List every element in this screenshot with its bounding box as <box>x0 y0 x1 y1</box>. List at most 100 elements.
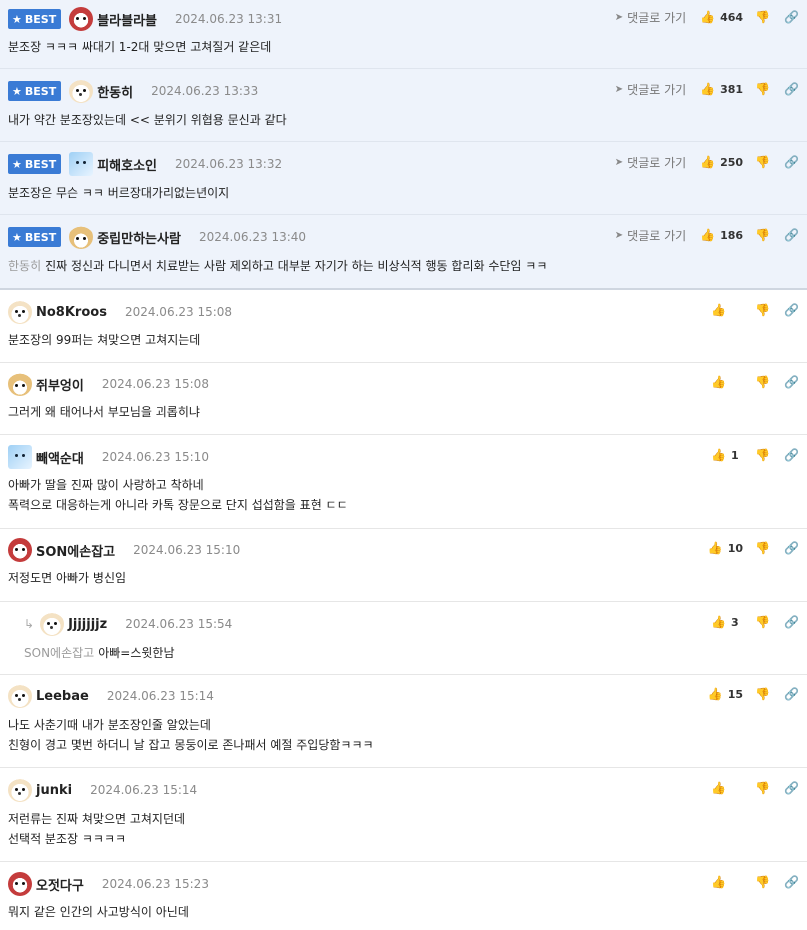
comment-header: Leebae 2024.06.23 15:14 <box>8 684 214 708</box>
share-link-icon[interactable]: 🔗 <box>784 375 799 389</box>
comment-body: 그러게 왜 태어나서 부모님을 괴롭히냐 <box>8 405 200 419</box>
nickname[interactable]: 쥐부엉이 <box>36 375 84 394</box>
dislike-button[interactable]: 👎 <box>755 875 770 889</box>
comment-header: ★ BEST 피해호소인 2024.06.23 13:32 <box>8 152 283 176</box>
dislike-button[interactable]: 👎 <box>755 303 770 317</box>
comment-actions: 👍 15 👎 🔗 <box>708 686 799 702</box>
timestamp: 2024.06.23 13:31 <box>175 12 283 26</box>
timestamp: 2024.06.23 15:08 <box>101 377 209 391</box>
dislike-button[interactable]: 👎 <box>755 375 770 389</box>
share-link-icon[interactable]: 🔗 <box>784 82 799 96</box>
dislike-button[interactable]: 👎 <box>755 781 770 795</box>
goto-comment-link[interactable]: ➤ 댓글로 가기 <box>615 9 686 26</box>
thumbs-up-icon: 👍 <box>711 448 727 462</box>
goto-comment-link[interactable]: ➤ 댓글로 가기 <box>615 154 686 171</box>
avatar[interactable] <box>40 612 65 636</box>
like-button[interactable]: 👍 <box>711 375 743 389</box>
nickname[interactable]: 빼액순대 <box>36 448 84 467</box>
dislike-button[interactable]: 👎 <box>755 155 770 169</box>
nickname[interactable]: 한동히 <box>97 82 133 101</box>
reply-item: ↳ Jjjjjjjz 2024.06.23 15:54 👍 3 👎 🔗 SON에손… <box>0 602 807 675</box>
avatar[interactable] <box>69 79 94 103</box>
timestamp: 2024.06.23 13:32 <box>175 157 283 171</box>
avatar[interactable] <box>69 7 94 31</box>
thumbs-up-icon: 👍 <box>700 82 716 96</box>
comment-header: 오젓다구 2024.06.23 15:23 <box>8 872 209 896</box>
timestamp: 2024.06.23 15:23 <box>101 877 209 891</box>
avatar[interactable] <box>8 778 32 802</box>
mention-tag[interactable]: SON에손잡고 <box>24 646 94 660</box>
share-link-icon[interactable]: 🔗 <box>784 448 799 462</box>
thumbs-up-icon: 👍 <box>700 155 716 169</box>
comment-body: 저정도면 아빠가 병신임 <box>8 571 127 585</box>
share-link-icon[interactable]: 🔗 <box>784 615 799 629</box>
like-button[interactable]: 👍 15 <box>708 687 743 701</box>
nickname[interactable]: 오젓다구 <box>36 875 84 894</box>
like-button[interactable]: 👍 464 <box>700 10 743 24</box>
nickname[interactable]: 중립만하는사람 <box>97 228 181 247</box>
comment-header: ★ BEST 한동히 2024.06.23 13:33 <box>8 79 258 103</box>
nickname[interactable]: 블라블라블 <box>97 10 157 29</box>
share-link-icon[interactable]: 🔗 <box>784 875 799 889</box>
avatar[interactable] <box>69 152 94 176</box>
dislike-button[interactable]: 👎 <box>755 541 770 555</box>
star-icon: ★ <box>12 84 22 98</box>
comment-body: 뭐지 같은 인간의 사고방식이 아닌데 <box>8 905 189 919</box>
like-button[interactable]: 👍 <box>711 303 743 317</box>
comment-body: 한동히 진짜 정신과 다니면서 치료받는 사람 제외하고 대부분 자기가 하는 비… <box>8 259 548 273</box>
like-button[interactable]: 👍 186 <box>700 228 743 242</box>
comment-item: junki 2024.06.23 15:14 👍 👎 🔗 저런류는 진짜 쳐맞으… <box>0 768 807 862</box>
goto-comment-link[interactable]: ➤ 댓글로 가기 <box>615 81 686 98</box>
dislike-button[interactable]: 👎 <box>755 10 770 24</box>
comment-item: 쥐부엉이 2024.06.23 15:08 👍 👎 🔗 그러게 왜 태어나서 부… <box>0 363 807 435</box>
nickname[interactable]: 피해호소인 <box>97 155 157 174</box>
share-link-icon[interactable]: 🔗 <box>784 228 799 242</box>
share-link-icon[interactable]: 🔗 <box>784 781 799 795</box>
timestamp: 2024.06.23 15:14 <box>106 689 214 703</box>
comment-body: 분조장의 99퍼는 쳐맞으면 고쳐지는데 <box>8 333 201 347</box>
dislike-button[interactable]: 👎 <box>755 615 770 629</box>
nickname[interactable]: No8Kroos <box>36 305 107 320</box>
avatar[interactable] <box>8 872 32 896</box>
like-button[interactable]: 👍 10 <box>708 541 743 555</box>
like-button[interactable]: 👍 <box>711 875 743 889</box>
nickname[interactable]: SON에손잡고 <box>36 541 115 560</box>
like-button[interactable]: 👍 <box>711 781 743 795</box>
dislike-button[interactable]: 👎 <box>755 448 770 462</box>
comment-header: 쥐부엉이 2024.06.23 15:08 <box>8 372 209 396</box>
nickname[interactable]: Leebae <box>36 689 89 704</box>
avatar[interactable] <box>8 372 32 396</box>
comment-header: 빼액순대 2024.06.23 15:10 <box>8 445 209 469</box>
like-button[interactable]: 👍 1 <box>711 448 743 462</box>
comment-item: Leebae 2024.06.23 15:14 👍 15 👎 🔗 나도 사춘기때 … <box>0 675 807 768</box>
share-link-icon[interactable]: 🔗 <box>784 155 799 169</box>
timestamp: 2024.06.23 15:10 <box>101 450 209 464</box>
dislike-button[interactable]: 👎 <box>755 82 770 96</box>
best-badge: ★ BEST <box>8 81 62 101</box>
mention-tag[interactable]: 한동히 <box>8 259 41 273</box>
avatar[interactable] <box>8 300 32 324</box>
nickname[interactable]: Jjjjjjjz <box>68 617 107 632</box>
comment-item: No8Kroos 2024.06.23 15:08 👍 👎 🔗 분조장의 99퍼… <box>0 290 807 363</box>
comment-item: 오젓다구 2024.06.23 15:23 👍 👎 🔗 뭐지 같은 인간의 사고… <box>0 862 807 930</box>
avatar[interactable] <box>8 445 32 469</box>
dislike-button[interactable]: 👎 <box>755 228 770 242</box>
nickname[interactable]: junki <box>36 783 72 798</box>
share-link-icon[interactable]: 🔗 <box>784 303 799 317</box>
share-link-icon[interactable]: 🔗 <box>784 687 799 701</box>
share-link-icon[interactable]: 🔗 <box>784 10 799 24</box>
comment-body: 분조장은 무슨 ㅋㅋ 버르장대가리없는년이지 <box>8 186 230 200</box>
comment-actions: 👍 1 👎 🔗 <box>711 447 799 463</box>
avatar[interactable] <box>69 225 94 249</box>
avatar[interactable] <box>8 538 32 562</box>
dislike-button[interactable]: 👎 <box>755 687 770 701</box>
avatar[interactable] <box>8 684 32 708</box>
like-button[interactable]: 👍 381 <box>700 82 743 96</box>
goto-comment-link[interactable]: ➤ 댓글로 가기 <box>615 227 686 244</box>
like-button[interactable]: 👍 3 <box>711 615 743 629</box>
thumbs-up-icon: 👍 <box>711 375 727 389</box>
like-button[interactable]: 👍 250 <box>700 155 743 169</box>
comment-body: 아빠가 딸을 진짜 많이 사랑하고 착하네 폭력으로 대응하는게 아니라 카톡 … <box>8 478 348 512</box>
best-comment: ★ BEST 중립만하는사람 2024.06.23 13:40 ➤ 댓글로 가기 👍… <box>0 215 807 290</box>
share-link-icon[interactable]: 🔗 <box>784 541 799 555</box>
